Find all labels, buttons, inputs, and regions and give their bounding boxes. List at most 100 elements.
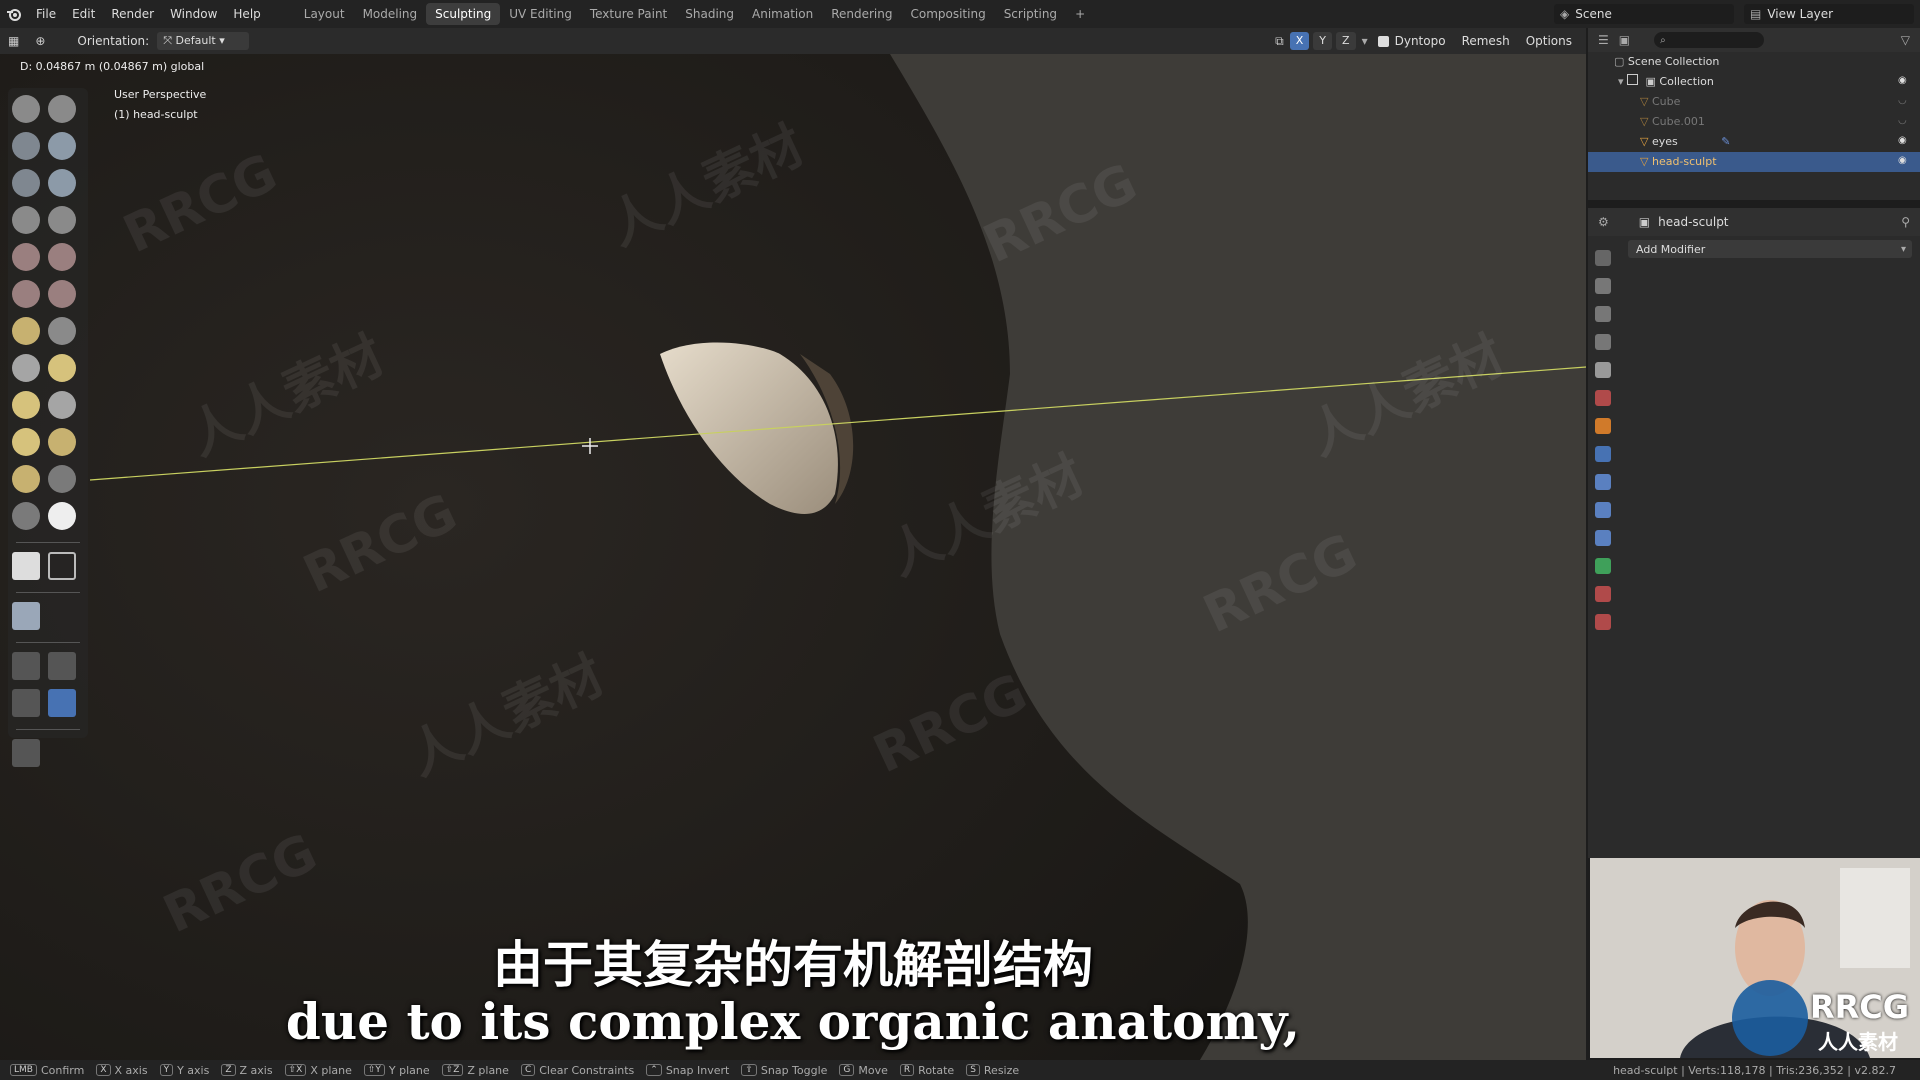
dyntopo-dropdown[interactable]: Dyntopo: [1395, 34, 1446, 48]
draw-sharp-brush-icon[interactable]: [48, 95, 76, 123]
particles-icon[interactable]: [1595, 474, 1611, 490]
scene-selector[interactable]: ◈ Scene: [1554, 4, 1734, 24]
output-icon[interactable]: [1595, 306, 1611, 322]
draw-face-sets-icon[interactable]: [48, 502, 76, 530]
dyntopo-checkbox[interactable]: [1377, 35, 1389, 47]
data-icon[interactable]: [1595, 558, 1611, 574]
eye-closed-icon[interactable]: ◡: [1898, 96, 1910, 106]
texture-icon[interactable]: [1595, 614, 1611, 630]
axis-z-toggle[interactable]: Z: [1336, 32, 1356, 50]
eye-icon[interactable]: ◉: [1898, 156, 1910, 166]
inflate-brush-icon[interactable]: [48, 169, 76, 197]
pose-brush-icon[interactable]: [12, 391, 40, 419]
properties-editor-icon[interactable]: ⚙: [1598, 215, 1609, 229]
annotate-icon[interactable]: [12, 739, 40, 767]
tab-layout[interactable]: Layout: [295, 3, 354, 25]
scene-icon[interactable]: [1595, 362, 1611, 378]
modifier-wrench-icon[interactable]: [1595, 446, 1611, 462]
menu-edit[interactable]: Edit: [64, 7, 103, 21]
eye-icon[interactable]: ◉: [1898, 136, 1910, 146]
outliner-item-cube[interactable]: ▽ Cube ◡: [1588, 92, 1920, 112]
outliner-item-head-sculpt[interactable]: ▽ head-sculpt ◉: [1588, 152, 1920, 172]
tab-animation[interactable]: Animation: [743, 3, 822, 25]
view-layer-selector[interactable]: ▤ View Layer: [1744, 4, 1914, 24]
axis-x-toggle[interactable]: X: [1289, 32, 1310, 50]
layer-brush-icon[interactable]: [12, 169, 40, 197]
eye-icon[interactable]: ◉: [1898, 76, 1910, 86]
blender-logo-icon[interactable]: [0, 0, 28, 28]
add-workspace-button[interactable]: +: [1066, 3, 1094, 25]
tab-scripting[interactable]: Scripting: [995, 3, 1066, 25]
elastic-brush-icon[interactable]: [48, 428, 76, 456]
mask-brush-icon[interactable]: [48, 465, 76, 493]
draw-brush-icon[interactable]: [12, 95, 40, 123]
blob-brush-icon[interactable]: [12, 206, 40, 234]
outliner-item-eyes[interactable]: ▽ eyes ✎ ◉: [1588, 132, 1920, 152]
constraints-icon[interactable]: [1595, 530, 1611, 546]
grab-brush-icon[interactable]: [48, 317, 76, 345]
tab-compositing[interactable]: Compositing: [901, 3, 994, 25]
outliner-search-input[interactable]: ⌕: [1654, 32, 1765, 48]
symmetry-icon[interactable]: ⧉: [1275, 34, 1284, 49]
chevron-down-icon: ▾: [1900, 243, 1906, 255]
view-layer-icon[interactable]: [1595, 334, 1611, 350]
rotate-icon[interactable]: [48, 652, 76, 680]
collection-row[interactable]: ▾ ▣ Collection ◉: [1588, 72, 1920, 92]
snake-hook-brush-icon[interactable]: [12, 354, 40, 382]
scene-collection-row[interactable]: ▢ Scene Collection: [1588, 52, 1920, 72]
add-modifier-dropdown[interactable]: Add Modifier ▾: [1628, 240, 1912, 258]
collection-checkbox[interactable]: [1627, 74, 1639, 85]
clay-brush-icon[interactable]: [12, 132, 40, 160]
flatten-brush-icon[interactable]: [48, 243, 76, 271]
move-icon[interactable]: [12, 652, 40, 680]
tab-sculpting[interactable]: Sculpting: [426, 3, 501, 25]
render-icon[interactable]: [1595, 278, 1611, 294]
transform-icon[interactable]: [48, 689, 76, 717]
transform-tool-icon[interactable]: ⊕: [35, 34, 45, 48]
menu-file[interactable]: File: [28, 7, 64, 21]
orientation-dropdown[interactable]: ⤧ Default ▾: [157, 32, 250, 50]
object-icon[interactable]: [1595, 418, 1611, 434]
tab-uv-editing[interactable]: UV Editing: [500, 3, 581, 25]
tab-texture-paint[interactable]: Texture Paint: [581, 3, 676, 25]
material-icon[interactable]: [1595, 586, 1611, 602]
smooth-brush-icon[interactable]: [12, 243, 40, 271]
expand-arrow-icon[interactable]: ▾: [1618, 75, 1627, 88]
display-mode-icon[interactable]: ▣: [1619, 33, 1630, 47]
remesh-dropdown[interactable]: Remesh: [1462, 34, 1510, 48]
box-hide-icon[interactable]: [12, 602, 40, 630]
scrape-brush-icon[interactable]: [48, 280, 76, 308]
outliner-item-cube-001[interactable]: ▽ Cube.001 ◡: [1588, 112, 1920, 132]
scale-icon[interactable]: [12, 689, 40, 717]
cloth-brush-icon[interactable]: [12, 502, 40, 530]
lasso-mask-icon[interactable]: [48, 552, 76, 580]
modifier-wrench-icon: ✎: [1721, 135, 1731, 148]
filter-icon[interactable]: ▽: [1901, 33, 1910, 47]
thumb-brush-icon[interactable]: [48, 354, 76, 382]
simplify-brush-icon[interactable]: [12, 465, 40, 493]
outliner-editor-icon[interactable]: ☰: [1598, 33, 1609, 47]
axis-y-toggle[interactable]: Y: [1313, 32, 1333, 50]
eye-closed-icon[interactable]: ◡: [1898, 116, 1910, 126]
rotate-brush-icon[interactable]: [12, 428, 40, 456]
pin-icon[interactable]: ⚲: [1901, 215, 1910, 229]
menu-render[interactable]: Render: [103, 7, 162, 21]
menu-window[interactable]: Window: [162, 7, 225, 21]
pinch-brush-icon[interactable]: [12, 317, 40, 345]
nudge-brush-icon[interactable]: [48, 391, 76, 419]
tab-modeling[interactable]: Modeling: [354, 3, 427, 25]
physics-icon[interactable]: [1595, 502, 1611, 518]
fill-brush-icon[interactable]: [12, 280, 40, 308]
chevron-down-icon[interactable]: ▾: [1362, 34, 1368, 48]
tab-shading[interactable]: Shading: [676, 3, 743, 25]
tab-rendering[interactable]: Rendering: [822, 3, 901, 25]
box-mask-icon[interactable]: [12, 552, 40, 580]
editor-type-icon[interactable]: ▦: [8, 34, 19, 48]
options-dropdown[interactable]: Options: [1526, 34, 1572, 48]
3d-viewport[interactable]: D: 0.04867 m (0.04867 m) global User Per…: [0, 54, 1586, 1060]
clay-strips-brush-icon[interactable]: [48, 132, 76, 160]
crease-brush-icon[interactable]: [48, 206, 76, 234]
world-icon[interactable]: [1595, 390, 1611, 406]
tool-settings-icon[interactable]: [1595, 250, 1611, 266]
menu-help[interactable]: Help: [225, 7, 268, 21]
